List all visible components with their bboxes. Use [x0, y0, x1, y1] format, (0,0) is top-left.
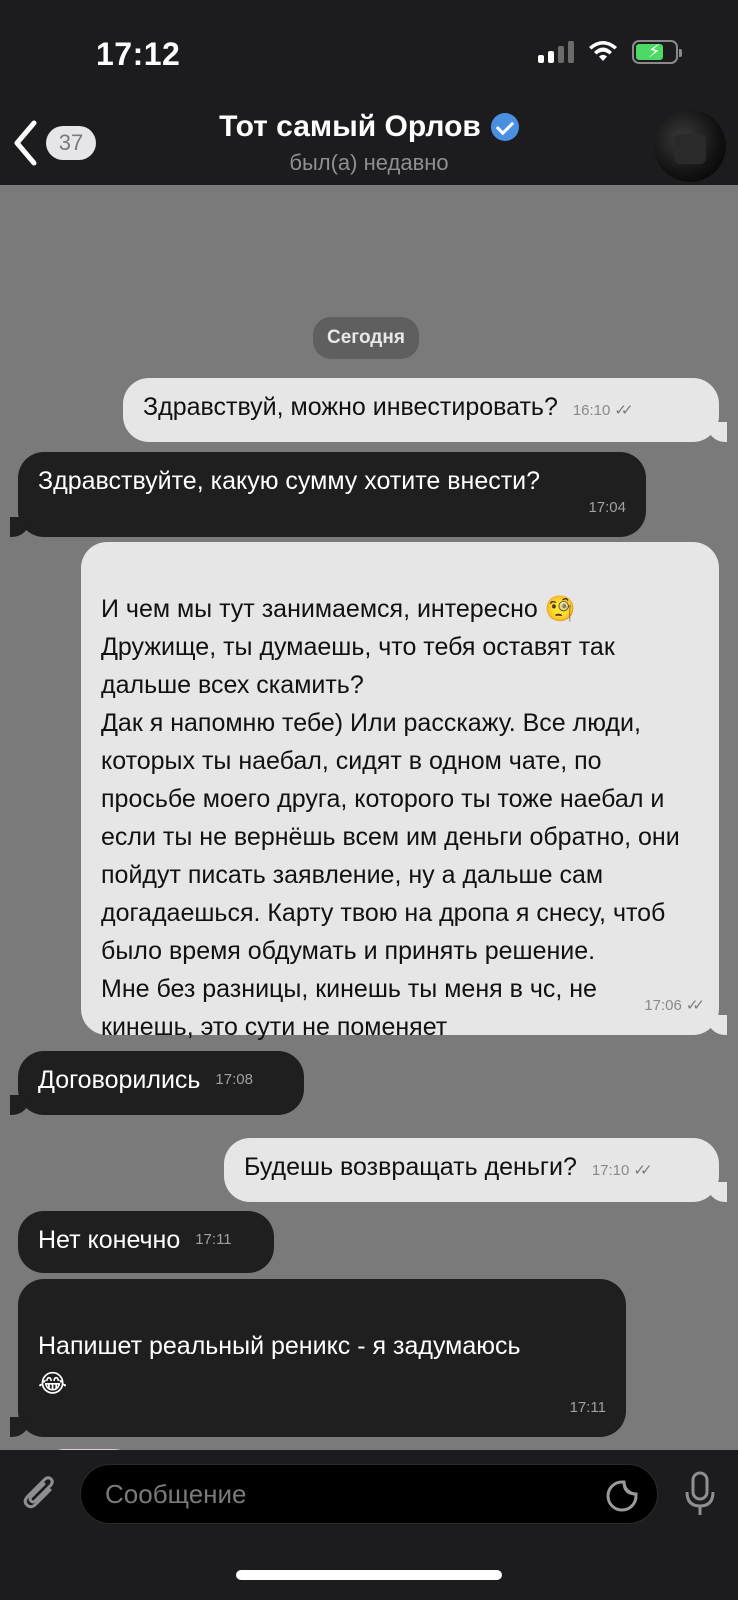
chat-title-row: Тот самый Орлов	[219, 110, 519, 144]
message-meta: 17:06 ✓✓	[644, 997, 705, 1014]
read-checks-icon: ✓✓	[614, 402, 633, 419]
message-input[interactable]	[81, 1465, 657, 1523]
read-checks-icon: ✓✓	[685, 997, 705, 1014]
chat-header[interactable]: Тот самый Орлов был(а) недавно	[0, 110, 738, 176]
message-incoming[interactable]: Напишет реальный реникс - я задумаюсь 😂 …	[10, 1279, 626, 1503]
wifi-icon	[589, 41, 617, 61]
message-outgoing[interactable]: Здравствуй, можно инвестировать? 16:10 ✓✓	[123, 378, 727, 442]
message-time: 16:10	[572, 402, 611, 419]
home-indicator	[236, 1570, 502, 1580]
message-field[interactable]	[80, 1464, 658, 1524]
message-text: Здравствуйте, какую сумму хотите внести?	[38, 467, 541, 495]
message-list[interactable]: Сегодня Здравствуй, можно инвестировать?…	[0, 185, 738, 1503]
status-icons: ⚡	[538, 40, 682, 64]
message-text: Здравствуй, можно инвестировать?	[143, 393, 558, 421]
message-text: Нет конечно	[38, 1226, 181, 1254]
contact-avatar[interactable]	[654, 110, 726, 182]
date-separator: Сегодня	[313, 317, 419, 359]
message-text: Договорились	[38, 1066, 201, 1094]
message-time: 17:04	[588, 499, 626, 516]
message-text: Напишет реальный реникс - я задумаюсь 😂	[38, 1332, 521, 1398]
message-text: Будешь возвращать деньги?	[244, 1153, 577, 1181]
message-time: 17:11	[569, 1399, 606, 1416]
message-outgoing[interactable]: И чем мы тут занимаемся, интересно 🧐 Дру…	[81, 542, 727, 1041]
read-checks-icon: ✓✓	[633, 1162, 652, 1179]
signal-icon	[538, 41, 574, 63]
status-time: 17:12	[96, 36, 181, 72]
message-time: 17:08	[215, 1071, 253, 1088]
sticker-icon[interactable]	[605, 1479, 639, 1513]
last-seen-status: был(а) недавно	[289, 150, 449, 175]
top-bar: 17:12 ⚡ 37 Тот самый Орлов был(а) недавн…	[0, 0, 738, 185]
message-incoming[interactable]: Договорились 17:08	[10, 1051, 304, 1115]
verified-badge-icon	[490, 113, 519, 141]
microphone-icon[interactable]	[682, 1470, 718, 1520]
message-outgoing[interactable]: Будешь возвращать деньги? 17:10 ✓✓	[224, 1138, 727, 1202]
message-time: 17:11	[195, 1231, 232, 1248]
battery-icon: ⚡	[632, 40, 682, 64]
message-incoming[interactable]: Нет конечно 17:11	[18, 1211, 274, 1273]
message-time: 17:10	[591, 1162, 630, 1179]
message-text: И чем мы тут занимаемся, интересно 🧐 Дру…	[101, 595, 680, 1041]
paperclip-icon[interactable]	[20, 1472, 60, 1516]
message-incoming[interactable]: Здравствуйте, какую сумму хотите внести?…	[10, 452, 646, 537]
chat-title: Тот самый Орлов	[219, 110, 481, 143]
